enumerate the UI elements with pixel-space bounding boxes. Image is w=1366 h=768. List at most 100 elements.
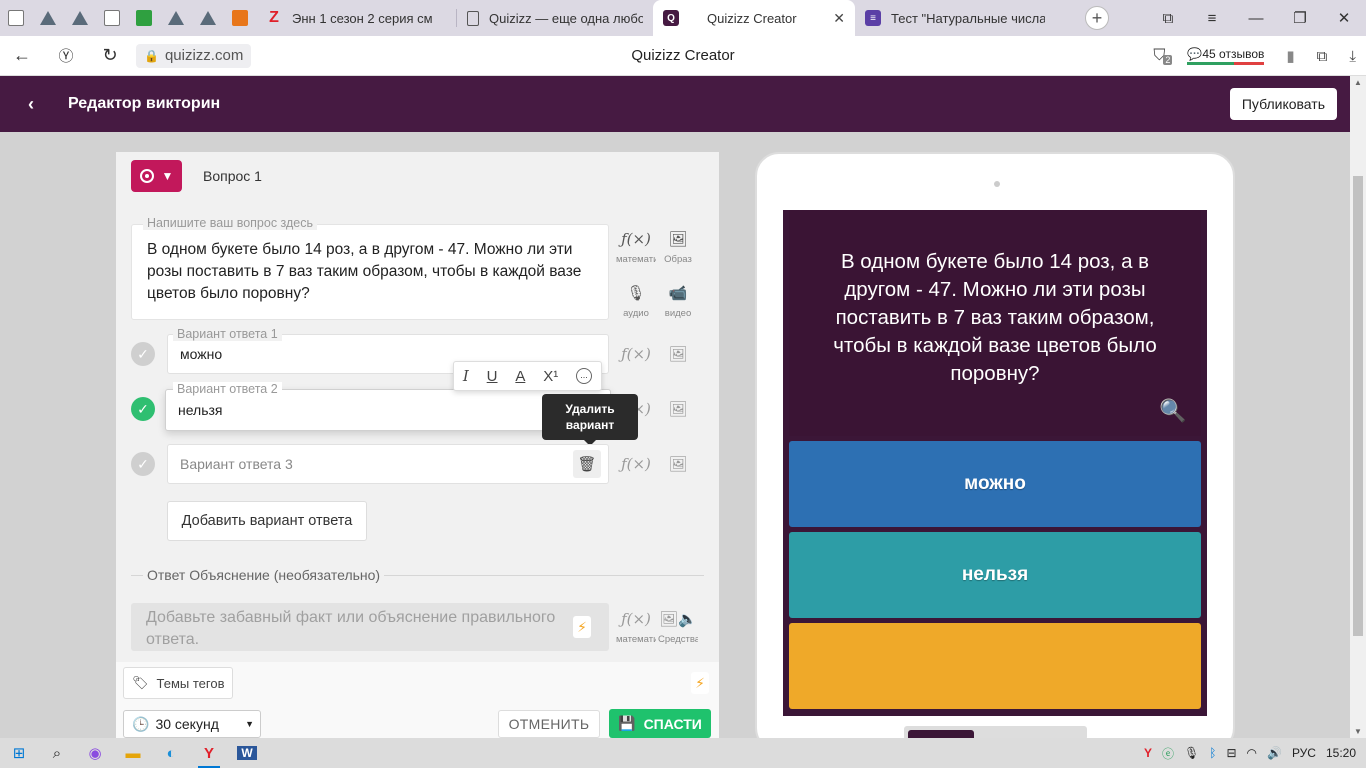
video-tool-label: видео bbox=[664, 308, 692, 319]
e-tray-icon[interactable]: ⓔ bbox=[1162, 745, 1174, 762]
answer-input-3[interactable]: Вариант ответа 3 bbox=[167, 444, 609, 484]
pinned-tab[interactable] bbox=[32, 0, 64, 36]
restore-icon[interactable]: ❐ bbox=[1278, 9, 1322, 27]
menu-icon[interactable]: ≡ bbox=[1190, 10, 1234, 27]
answer-2-image-tool[interactable]: 🖼 bbox=[658, 400, 698, 420]
zoom-in-icon[interactable]: 🔍 bbox=[1159, 398, 1186, 424]
delete-option-button[interactable]: 🗑 bbox=[573, 450, 601, 478]
tab-title: Quizizz — еще одна любо bbox=[489, 10, 643, 26]
back-chevron-icon[interactable]: ‹ bbox=[28, 94, 52, 115]
pinned-tab[interactable] bbox=[192, 0, 224, 36]
bluetooth-icon[interactable]: ᛒ bbox=[1209, 746, 1216, 760]
language-indicator[interactable]: РУС bbox=[1292, 746, 1316, 760]
bookmark-icon[interactable]: ▮ bbox=[1286, 47, 1294, 65]
video-tool[interactable]: 📹 видео bbox=[658, 284, 698, 319]
alice-assistant-icon[interactable]: ◉ bbox=[76, 738, 114, 768]
more-options-button[interactable]: ... bbox=[576, 368, 593, 384]
pinned-tab[interactable] bbox=[64, 0, 96, 36]
pinned-tab[interactable] bbox=[160, 0, 192, 36]
lightning-icon[interactable]: ⚡ bbox=[691, 672, 709, 694]
question-type-button[interactable]: ▼ bbox=[131, 160, 182, 192]
function-icon: ƒ(×) bbox=[621, 610, 651, 628]
answer-1-math-tool[interactable]: ƒ(×) bbox=[616, 345, 656, 365]
page-scrollbar[interactable]: ▲ ▼ bbox=[1350, 76, 1366, 738]
tags-button[interactable]: 🏷 Темы тегов bbox=[123, 667, 233, 699]
scroll-up-icon[interactable]: ▲ bbox=[1350, 78, 1366, 87]
pinned-tab[interactable] bbox=[0, 0, 32, 36]
save-label: СПАСТИ bbox=[643, 715, 702, 732]
url-text: quizizz.com bbox=[164, 47, 244, 64]
timer-select[interactable]: 🕒 30 секунд ▼ bbox=[123, 710, 261, 738]
timer-value: 30 секунд bbox=[155, 716, 219, 732]
save-button[interactable]: 💾 СПАСТИ bbox=[609, 709, 711, 738]
yandex-tray-icon[interactable]: Y bbox=[1144, 746, 1152, 760]
microphone-tray-icon[interactable]: 🎙 bbox=[1184, 746, 1199, 760]
yandex-browser-icon[interactable]: Y bbox=[190, 738, 228, 768]
pinned-tab[interactable] bbox=[96, 0, 128, 36]
answer-3-image-tool[interactable]: 🖼 bbox=[658, 455, 698, 475]
explanation-input[interactable]: Добавьте забавный факт или объяснение пр… bbox=[131, 603, 609, 651]
tab-quizizz-creator[interactable]: Q Quizizz Creator ✕ bbox=[653, 0, 855, 36]
new-tab-button[interactable]: + bbox=[1085, 6, 1109, 30]
correct-toggle-3[interactable]: ✓ bbox=[131, 452, 155, 476]
media-icon: 🖼🔈 bbox=[659, 611, 697, 628]
editor-title: Редактор викторин bbox=[68, 95, 221, 112]
explanation-math-tool[interactable]: ƒ(×) математика bbox=[616, 610, 656, 645]
volume-icon[interactable]: 🔊 bbox=[1267, 746, 1282, 760]
cancel-button[interactable]: ОТМЕНИТЬ bbox=[498, 710, 600, 738]
editor-bottom-bar: 🏷 Темы тегов ⚡ 🕒 30 секунд ▼ ОТМЕНИТЬ 💾 … bbox=[116, 662, 719, 738]
close-window-icon[interactable]: ✕ bbox=[1322, 9, 1366, 27]
wifi-icon[interactable]: ◠ bbox=[1247, 746, 1257, 760]
underline-button[interactable]: U bbox=[487, 368, 498, 385]
file-explorer-icon[interactable]: ▬ bbox=[114, 738, 152, 768]
image-icon: 🖼 bbox=[668, 401, 688, 418]
back-arrow-icon[interactable]: ← bbox=[0, 45, 44, 66]
add-answer-button[interactable]: Добавить вариант ответа bbox=[167, 501, 367, 541]
correct-toggle-2[interactable]: ✓ bbox=[131, 397, 155, 421]
clock[interactable]: 15:20 bbox=[1326, 746, 1356, 760]
system-tray: Y ⓔ 🎙 ᛒ ⊟ ◠ 🔊 РУС 15:20 bbox=[1144, 738, 1356, 768]
quizizz-logo-icon: Q bbox=[663, 10, 679, 26]
url-field[interactable]: 🔒 quizizz.com bbox=[136, 43, 252, 68]
white-square-icon bbox=[104, 10, 120, 26]
network-icon[interactable]: ⊟ bbox=[1226, 746, 1236, 760]
text-color-button[interactable]: A bbox=[515, 368, 525, 385]
download-icon[interactable]: ⤓ bbox=[1349, 48, 1356, 65]
minimize-icon[interactable]: — bbox=[1234, 10, 1278, 27]
collections-icon[interactable]: ⧉ bbox=[1317, 48, 1328, 65]
lightning-icon[interactable]: ⚡ bbox=[573, 616, 591, 638]
question-input[interactable]: В одном букете было 14 роз, а в другом -… bbox=[131, 224, 609, 320]
triangle-logo-icon bbox=[40, 11, 56, 25]
bookmarks-icon[interactable]: ⧉ bbox=[1146, 10, 1190, 27]
tab-test[interactable]: ≡ Тест "Натуральные числа bbox=[855, 0, 1055, 36]
tab-anne[interactable]: Z Энн 1 сезон 2 серия см bbox=[256, 0, 456, 36]
scroll-down-icon[interactable]: ▼ bbox=[1350, 727, 1366, 736]
scrollbar-thumb[interactable] bbox=[1353, 176, 1363, 636]
reload-icon[interactable]: ↻ bbox=[88, 45, 132, 66]
publish-button[interactable]: Публиковать bbox=[1229, 88, 1337, 120]
answer-1-image-tool[interactable]: 🖼 bbox=[658, 345, 698, 365]
protect-icon[interactable]: ⛉ 2 bbox=[1153, 47, 1173, 65]
tab-quizizz-blog[interactable]: Quizizz — еще одна любо bbox=[457, 0, 653, 36]
explanation-media-tool[interactable]: 🖼🔈 Средства bbox=[658, 610, 698, 645]
browser-tab-strip: Z Энн 1 сезон 2 серия см Quizizz — еще о… bbox=[0, 0, 1366, 36]
reviews-widget[interactable]: 💬45 отзывов bbox=[1187, 47, 1265, 65]
superscript-button[interactable]: X¹ bbox=[543, 368, 558, 385]
edge-browser-icon[interactable]: ◐ bbox=[152, 738, 190, 768]
math-tool[interactable]: ƒ(×) математика bbox=[616, 230, 656, 265]
triangle-logo-icon bbox=[200, 11, 216, 25]
pinned-tab[interactable] bbox=[128, 0, 160, 36]
answer-3-math-tool[interactable]: ƒ(×) bbox=[616, 455, 656, 475]
close-tab-icon[interactable]: ✕ bbox=[833, 10, 845, 27]
word-icon[interactable]: W bbox=[228, 738, 266, 768]
document-icon bbox=[467, 10, 479, 26]
image-tool[interactable]: 🖼 Образ bbox=[658, 230, 698, 265]
windows-start-icon[interactable]: ⊞ bbox=[0, 738, 38, 768]
yandex-icon[interactable]: Ⓨ bbox=[44, 45, 88, 66]
audio-tool[interactable]: 🎙 аудио bbox=[616, 284, 656, 319]
search-icon[interactable]: ⌕ bbox=[38, 738, 76, 768]
italic-button[interactable]: I bbox=[463, 367, 469, 385]
pinned-tab[interactable] bbox=[224, 0, 256, 36]
function-icon: ƒ(×) bbox=[621, 345, 651, 363]
correct-toggle-1[interactable]: ✓ bbox=[131, 342, 155, 366]
